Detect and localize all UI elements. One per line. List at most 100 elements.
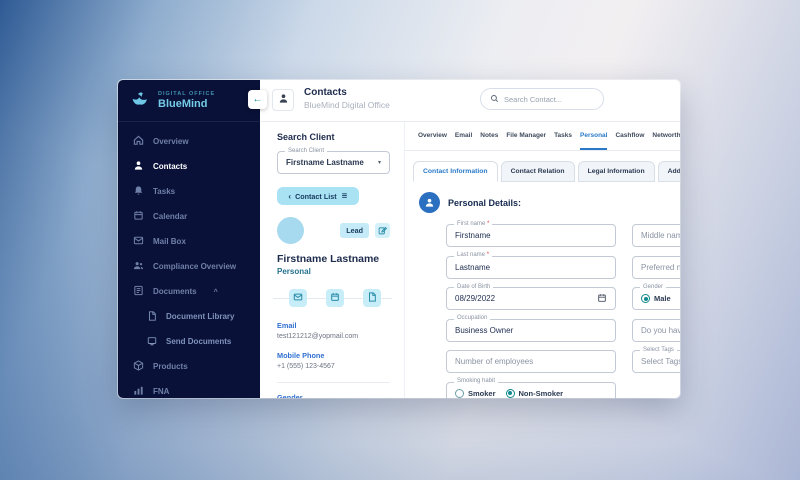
first-name-label: First name bbox=[457, 220, 486, 227]
chevron-up-icon: ^ bbox=[213, 289, 218, 296]
calendar-icon bbox=[133, 210, 144, 223]
number-of-employees-field bbox=[446, 350, 616, 373]
middle-name-input[interactable] bbox=[641, 231, 680, 240]
mobile-phone-label: Mobile Phone bbox=[277, 351, 325, 360]
divider bbox=[277, 382, 390, 383]
sidebar-item-documents[interactable]: Documents ^ bbox=[118, 279, 260, 304]
tab-email[interactable]: Email bbox=[455, 122, 472, 150]
sidebar-item-contacts[interactable]: Contacts bbox=[118, 154, 260, 179]
smoking-radio-non-smoker[interactable] bbox=[505, 388, 515, 398]
sidebar-item-document-library[interactable]: Document Library bbox=[118, 304, 260, 329]
gender-label: Gender bbox=[277, 393, 303, 398]
contact-tabs: Overview Email Notes File Manager Tasks … bbox=[405, 122, 680, 151]
lead-status-badge: Lead bbox=[340, 223, 369, 238]
sidebar-item-label: Tasks bbox=[153, 187, 176, 196]
preferred-name-input[interactable] bbox=[641, 262, 680, 272]
client-select[interactable]: Search Client Firstname Lastname ▾ bbox=[277, 147, 390, 174]
edit-client-button[interactable] bbox=[375, 223, 390, 238]
people-icon bbox=[133, 260, 144, 273]
search-icon bbox=[490, 90, 499, 108]
required-mark: * bbox=[486, 252, 490, 258]
list-icon bbox=[341, 192, 348, 201]
sidebar-item-send-documents[interactable]: Send Documents bbox=[118, 329, 260, 354]
calendar-action-button[interactable] bbox=[326, 289, 344, 307]
smoking-radio-smoker[interactable] bbox=[455, 388, 464, 398]
sidebar-item-products[interactable]: Products bbox=[118, 354, 260, 379]
contact-list-button[interactable]: ‹ Contact List bbox=[277, 187, 359, 205]
date-of-birth-input[interactable] bbox=[455, 294, 597, 303]
tab-networth[interactable]: Networth bbox=[652, 122, 680, 150]
home-icon bbox=[133, 135, 144, 148]
edit-pencil-icon bbox=[378, 222, 388, 240]
tab-overview[interactable]: Overview bbox=[418, 122, 447, 150]
smoking-habit-field: Smoking habit Smoker Non-Smoker bbox=[446, 378, 616, 398]
do-you-have-field bbox=[632, 318, 680, 342]
gender-option-label: Male bbox=[654, 294, 671, 303]
email-value: test121212@yopmail.com bbox=[277, 333, 359, 340]
form-spacer bbox=[632, 382, 680, 399]
sidebar-item-mailbox[interactable]: Mail Box bbox=[118, 229, 260, 254]
date-of-birth-field: Date of Birth bbox=[446, 283, 616, 310]
chevron-left-icon: ‹ bbox=[288, 191, 292, 201]
calendar-icon[interactable] bbox=[597, 290, 607, 308]
sidebar-item-label: Contacts bbox=[153, 162, 188, 171]
sidebar-item-fna[interactable]: FNA bbox=[118, 379, 260, 398]
bluemind-logo-icon bbox=[131, 90, 150, 111]
subtab-contact-relation[interactable]: Contact Relation bbox=[500, 161, 575, 182]
sidebar-item-label: Document Library bbox=[166, 312, 235, 321]
number-of-employees-input[interactable] bbox=[455, 357, 607, 366]
occupation-input[interactable] bbox=[455, 325, 607, 335]
subtab-contact-information[interactable]: Contact Information bbox=[413, 161, 498, 182]
first-name-input[interactable] bbox=[455, 231, 607, 240]
occupation-label: Occupation bbox=[454, 315, 491, 321]
sidebar-item-calendar[interactable]: Calendar bbox=[118, 204, 260, 229]
last-name-label: Last name bbox=[457, 252, 486, 258]
sidebar-nav: Overview Contacts Tasks Calendar Mail Bo… bbox=[118, 122, 260, 398]
select-tags-field[interactable]: Select Tags Select Tags bbox=[632, 346, 680, 373]
preferred-name-field bbox=[632, 255, 680, 279]
email-action-button[interactable] bbox=[289, 289, 307, 307]
tab-personal[interactable]: Personal bbox=[580, 122, 608, 150]
subtab-additional-information[interactable]: Additional I bbox=[657, 161, 680, 182]
sidebar-item-label: Compliance Overview bbox=[153, 262, 237, 271]
tab-file-manager[interactable]: File Manager bbox=[506, 122, 546, 150]
header: Contacts BlueMind Digital Office bbox=[260, 80, 680, 122]
person-icon bbox=[133, 160, 144, 173]
tab-cashflow[interactable]: Cashflow bbox=[615, 122, 644, 150]
last-name-field: Last name * bbox=[446, 252, 616, 279]
sidebar-item-label: Documents bbox=[153, 287, 197, 296]
box-icon bbox=[133, 360, 144, 373]
section-title: Personal Details: bbox=[448, 197, 522, 208]
personal-details-form: First name * Last name * Date of Birth bbox=[446, 220, 680, 399]
tab-notes[interactable]: Notes bbox=[480, 122, 498, 150]
arrow-left-icon: ← bbox=[252, 94, 263, 105]
non-smoker-option-label: Non-Smoker bbox=[518, 388, 564, 398]
mobile-phone-value: +1 (555) 123-4567 bbox=[277, 363, 335, 370]
gender-radio-male[interactable] bbox=[641, 294, 650, 303]
envelope-icon bbox=[293, 289, 303, 307]
page-title: Contacts bbox=[304, 87, 347, 98]
client-name: Firstname Lastname bbox=[277, 253, 380, 265]
client-select-label: Search Client bbox=[285, 147, 328, 154]
client-quick-actions bbox=[273, 289, 392, 307]
subtab-legal-information[interactable]: Legal Information bbox=[577, 161, 655, 182]
smoking-habit-label: Smoking habit bbox=[454, 378, 499, 384]
last-name-input[interactable] bbox=[455, 262, 607, 272]
contact-search-input[interactable] bbox=[504, 94, 594, 104]
brand: DIGITAL OFFICE BlueMind bbox=[118, 80, 260, 122]
sidebar-item-label: Products bbox=[153, 362, 188, 371]
document-action-button[interactable] bbox=[363, 289, 381, 307]
do-you-have-input[interactable] bbox=[641, 325, 680, 335]
personal-details-icon bbox=[419, 192, 440, 213]
sidebar-item-label: Overview bbox=[153, 137, 189, 146]
select-tags-placeholder: Select Tags bbox=[641, 357, 680, 366]
sidebar: DIGITAL OFFICE BlueMind Overview Contact… bbox=[118, 80, 260, 398]
sidebar-item-compliance-overview[interactable]: Compliance Overview bbox=[118, 254, 260, 279]
first-name-field: First name * bbox=[446, 220, 616, 247]
sidebar-item-tasks[interactable]: Tasks bbox=[118, 179, 260, 204]
file-icon bbox=[147, 310, 157, 323]
tab-tasks[interactable]: Tasks bbox=[554, 122, 572, 150]
sidebar-item-overview[interactable]: Overview bbox=[118, 129, 260, 154]
required-mark: * bbox=[487, 220, 490, 227]
sidebar-collapse-button[interactable]: ← bbox=[248, 90, 267, 109]
